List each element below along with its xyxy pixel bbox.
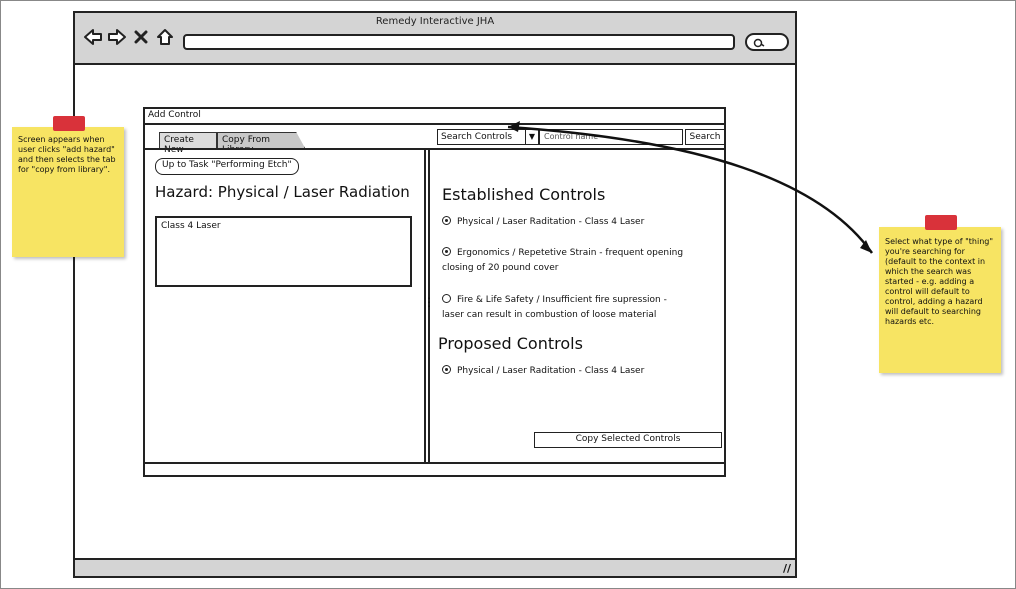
back-arrow-icon[interactable] bbox=[83, 27, 103, 47]
control-label-continued: closing of 20 pound cover bbox=[442, 263, 559, 273]
radio-selected-icon[interactable] bbox=[442, 216, 451, 225]
tape-icon bbox=[53, 116, 85, 131]
established-control-item[interactable]: Fire & Life Safety / Insufficient fire s… bbox=[442, 293, 722, 323]
copy-selected-controls-button[interactable]: Copy Selected Controls bbox=[534, 432, 722, 448]
up-to-task-link[interactable]: Up to Task "Performing Etch" bbox=[155, 158, 299, 175]
dialog-title: Add Control bbox=[148, 110, 201, 120]
browser-statusbar: // bbox=[75, 558, 795, 576]
hazard-description-text: Class 4 Laser bbox=[161, 221, 221, 231]
chevron-down-icon[interactable]: ▼ bbox=[525, 129, 539, 145]
control-name-input[interactable]: Control name bbox=[539, 129, 683, 145]
home-icon[interactable] bbox=[155, 27, 175, 47]
established-control-item[interactable]: Physical / Laser Raditation - Class 4 La… bbox=[442, 215, 722, 230]
radio-unselected-icon[interactable] bbox=[442, 294, 451, 303]
search-button[interactable]: Search bbox=[685, 129, 725, 145]
window-title: Remedy Interactive JHA bbox=[375, 16, 495, 27]
control-label-continued: laser can result in combustion of loose … bbox=[442, 310, 657, 320]
url-bar[interactable] bbox=[183, 34, 735, 50]
sticky-note-left: Screen appears when user clicks "add haz… bbox=[12, 127, 124, 257]
dialog-title-divider bbox=[145, 123, 724, 125]
browser-search-field[interactable] bbox=[745, 33, 789, 51]
add-control-dialog: Add Control Create New Copy From Library… bbox=[143, 107, 726, 477]
radio-selected-icon[interactable] bbox=[442, 365, 451, 374]
dialog-footer-divider bbox=[145, 462, 724, 464]
close-icon[interactable] bbox=[131, 27, 151, 47]
sticky-note-right: Select what type of "thing" you're searc… bbox=[879, 227, 1001, 373]
search-icon bbox=[753, 33, 765, 52]
tape-icon bbox=[925, 215, 957, 230]
resize-grip-icon[interactable]: // bbox=[783, 562, 791, 575]
established-control-item[interactable]: Ergonomics / Repetetive Strain - frequen… bbox=[442, 246, 722, 276]
browser-titlebar: Remedy Interactive JHA bbox=[75, 13, 795, 65]
radio-selected-icon[interactable] bbox=[442, 247, 451, 256]
control-label: Physical / Laser Raditation - Class 4 La… bbox=[457, 366, 645, 376]
nav-controls bbox=[83, 27, 175, 47]
hazard-description-box[interactable]: Class 4 Laser bbox=[155, 216, 412, 287]
tab-copy-from-library[interactable]: Copy From Library bbox=[217, 132, 305, 148]
hazard-heading: Hazard: Physical / Laser Radiation bbox=[155, 183, 410, 201]
forward-arrow-icon[interactable] bbox=[107, 27, 127, 47]
established-controls-heading: Established Controls bbox=[442, 185, 606, 204]
left-pane: Up to Task "Performing Etch" Hazard: Phy… bbox=[145, 150, 426, 462]
control-label: Physical / Laser Raditation - Class 4 La… bbox=[457, 217, 645, 227]
proposed-control-item[interactable]: Physical / Laser Raditation - Class 4 La… bbox=[442, 364, 722, 379]
control-label: Fire & Life Safety / Insufficient fire s… bbox=[457, 295, 667, 305]
control-label: Ergonomics / Repetetive Strain - frequen… bbox=[457, 248, 684, 258]
tab-create-new[interactable]: Create New bbox=[159, 132, 217, 155]
right-pane: Established Controls Physical / Laser Ra… bbox=[432, 150, 724, 462]
proposed-controls-heading: Proposed Controls bbox=[438, 334, 583, 353]
search-type-select[interactable]: Search Controls bbox=[437, 129, 527, 145]
